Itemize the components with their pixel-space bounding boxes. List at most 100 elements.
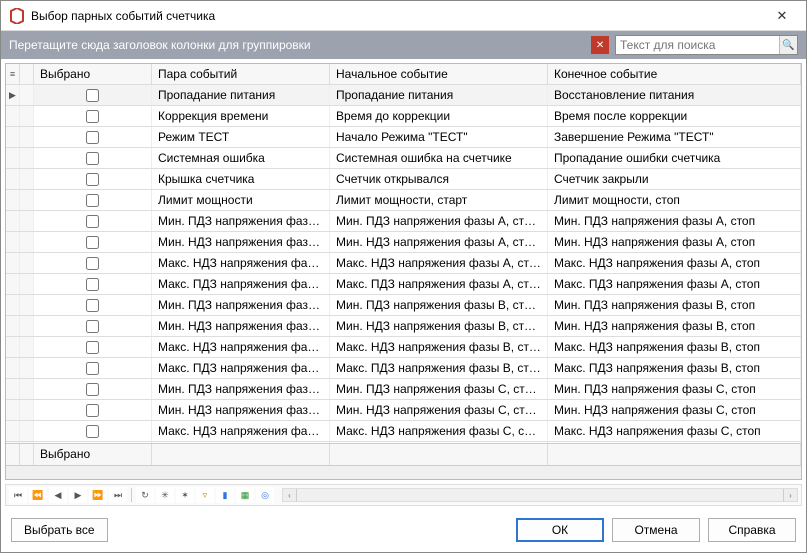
row-selected-cell [34,316,152,336]
row-expand-cell [20,232,34,252]
row-end-cell: Макс. НДЗ напряжения фазы A, стоп [548,253,801,273]
row-selected-cell [34,85,152,105]
row-selected-cell [34,274,152,294]
table-row[interactable]: Мин. ПДЗ напряжения фазы BМин. ПДЗ напря… [6,295,801,316]
row-selected-cell [34,232,152,252]
table-row[interactable]: Мин. ПДЗ напряжения фазы CМин. ПДЗ напря… [6,379,801,400]
row-selected-checkbox[interactable] [86,194,99,207]
row-selected-cell [34,337,152,357]
nav-add-icon[interactable]: ✳ [156,487,174,503]
table-row[interactable]: Макс. НДЗ напряжения фазы CМакс. НДЗ нап… [6,421,801,442]
row-selected-checkbox[interactable] [86,152,99,165]
row-selected-checkbox[interactable] [86,404,99,417]
table-row[interactable]: Мин. ПДЗ напряжения фазы AМин. ПДЗ напря… [6,211,801,232]
grouping-hint: Перетащите сюда заголовок колонки для гр… [9,38,585,52]
row-selected-cell [34,148,152,168]
row-selected-cell [34,211,152,231]
row-expand-cell [20,127,34,147]
help-button[interactable]: Справка [708,518,796,542]
row-selected-cell [34,295,152,315]
nav-prev-page-icon[interactable]: ⏪ [29,487,47,503]
window-title: Выбор парных событий счетчика [31,9,762,23]
row-indicator-icon [6,106,20,126]
table-row[interactable]: Макс. НДЗ напряжения фазы BМакс. НДЗ нап… [6,337,801,358]
row-indicator-icon [6,253,20,273]
horizontal-scrollbar[interactable] [6,465,801,479]
navigator-scroll-right-icon[interactable]: › [783,489,797,501]
table-row[interactable]: Мин. НДЗ напряжения фазы CМин. НДЗ напря… [6,400,801,421]
table-row[interactable]: Крышка счетчикаСчетчик открывалсяСчетчик… [6,169,801,190]
nav-columns-icon[interactable]: ▦ [236,487,254,503]
table-row[interactable]: ▶Пропадание питанияПропадание питанияВос… [6,85,801,106]
row-indicator-header-icon[interactable]: ≡ [6,64,20,84]
nav-export-icon[interactable]: ◎ [256,487,274,503]
row-start-cell: Счетчик открывался [330,169,548,189]
row-pair-cell: Крышка счетчика [152,169,330,189]
nav-next-page-icon[interactable]: ⏩ [89,487,107,503]
clear-search-button[interactable]: ✕ [591,36,609,54]
navigator-scroll-track[interactable]: ‹ › [282,488,798,502]
row-selected-checkbox[interactable] [86,131,99,144]
row-start-cell: Пропадание питания [330,85,548,105]
column-header-start[interactable]: Начальное событие [330,64,548,84]
row-indicator-icon [6,211,20,231]
row-selected-checkbox[interactable] [86,278,99,291]
row-pair-cell: Макс. ПДЗ напряжения фазы A [152,274,330,294]
row-selected-checkbox[interactable] [86,236,99,249]
table-row[interactable]: Лимит мощностиЛимит мощности, стартЛимит… [6,190,801,211]
row-pair-cell: Мин. НДЗ напряжения фазы A [152,232,330,252]
row-expand-cell [20,337,34,357]
table-row[interactable]: Макс. ПДЗ напряжения фазы AМакс. ПДЗ нап… [6,274,801,295]
row-expand-cell [20,85,34,105]
nav-bookmark-icon[interactable]: ▮ [216,487,234,503]
table-row[interactable]: Системная ошибкаСистемная ошибка на счет… [6,148,801,169]
cancel-button[interactable]: Отмена [612,518,700,542]
column-header-selected[interactable]: Выбрано [34,64,152,84]
data-grid: ≡ Выбрано Пара событий Начальное событие… [5,63,802,480]
row-selected-checkbox[interactable] [86,89,99,102]
row-selected-checkbox[interactable] [86,257,99,270]
row-selected-checkbox[interactable] [86,425,99,438]
row-start-cell: Мин. НДЗ напряжения фазы C, старт [330,400,548,420]
nav-first-icon[interactable]: ⏮ [9,487,27,503]
ok-button[interactable]: ОК [516,518,604,542]
row-indicator-icon [6,379,20,399]
table-row[interactable]: Мин. НДЗ напряжения фазы BМин. НДЗ напря… [6,316,801,337]
nav-refresh-icon[interactable]: ↻ [136,487,154,503]
row-selected-checkbox[interactable] [86,383,99,396]
row-selected-checkbox[interactable] [86,320,99,333]
row-end-cell: Мин. ПДЗ напряжения фазы B, стоп [548,295,801,315]
nav-filter-icon[interactable]: ▿ [196,487,214,503]
row-selected-checkbox[interactable] [86,173,99,186]
row-indicator-icon [6,274,20,294]
search-input[interactable] [616,38,779,52]
column-header-pair[interactable]: Пара событий [152,64,330,84]
row-selected-checkbox[interactable] [86,341,99,354]
dialog-window: Выбор парных событий счетчика ✕ Перетащи… [0,0,807,553]
nav-last-icon[interactable]: ⏭ [109,487,127,503]
nav-next-icon[interactable]: ▶ [69,487,87,503]
table-row[interactable]: Режим ТЕСТНачало Режима "ТЕСТ"Завершение… [6,127,801,148]
row-selected-checkbox[interactable] [86,299,99,312]
row-end-cell: Лимит мощности, стоп [548,190,801,210]
row-selected-checkbox[interactable] [86,110,99,123]
row-selected-checkbox[interactable] [86,215,99,228]
select-all-button[interactable]: Выбрать все [11,518,108,542]
navigator-scroll-left-icon[interactable]: ‹ [283,489,297,501]
close-button[interactable]: ✕ [762,2,802,30]
grid-summary-row: Выбрано [6,443,801,465]
row-indicator-icon [6,232,20,252]
nav-remove-icon[interactable]: ✶ [176,487,194,503]
table-row[interactable]: Мин. НДЗ напряжения фазы AМин. НДЗ напря… [6,232,801,253]
nav-prev-icon[interactable]: ◀ [49,487,67,503]
search-icon[interactable]: 🔍 [779,36,797,54]
column-header-end[interactable]: Конечное событие [548,64,801,84]
table-row[interactable]: Макс. НДЗ напряжения фазы AМакс. НДЗ нап… [6,253,801,274]
row-pair-cell: Системная ошибка [152,148,330,168]
row-start-cell: Мин. НДЗ напряжения фазы B, старт [330,316,548,336]
row-selected-checkbox[interactable] [86,362,99,375]
table-row[interactable]: Коррекция времениВремя до коррекцииВремя… [6,106,801,127]
grouping-bar[interactable]: Перетащите сюда заголовок колонки для гр… [1,31,806,59]
table-row[interactable]: Макс. ПДЗ напряжения фазы BМакс. ПДЗ нап… [6,358,801,379]
row-end-cell: Мин. ПДЗ напряжения фазы C, стоп [548,379,801,399]
